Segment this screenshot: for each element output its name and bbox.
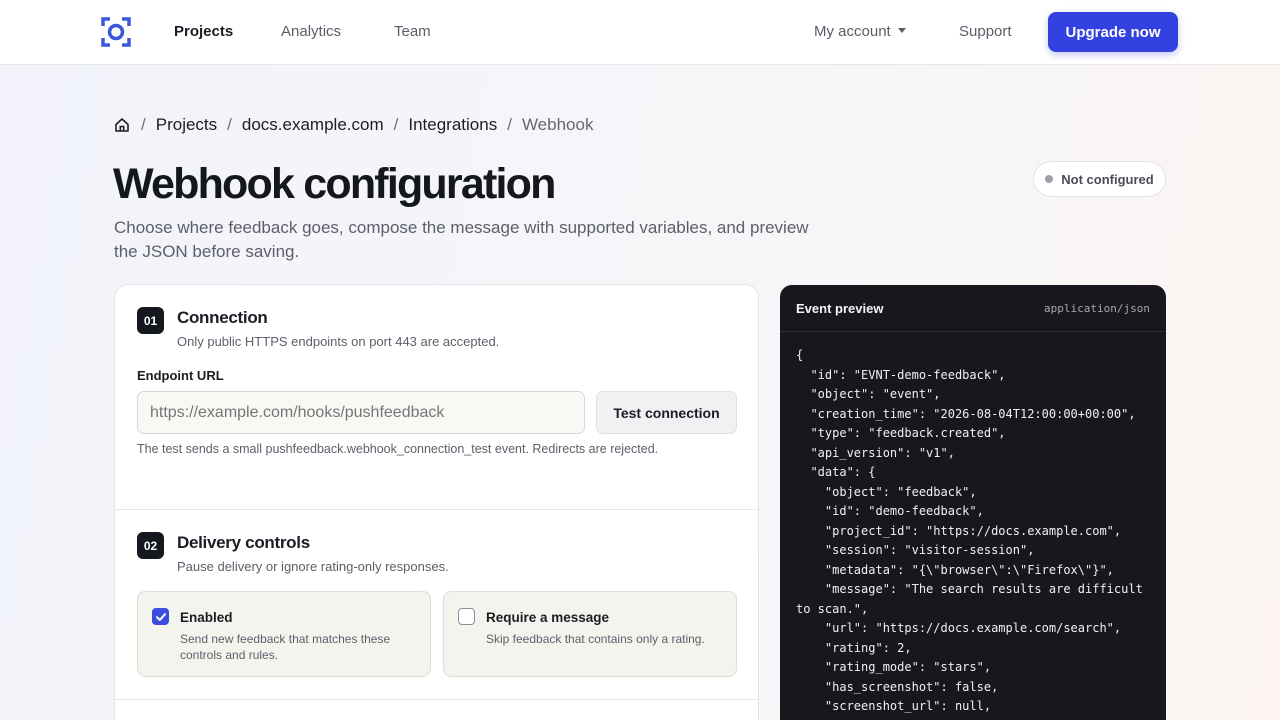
code-line: "message": "The search results are diffi…	[796, 582, 1151, 616]
connection-section: 01 Connection Only public HTTPS endpoint…	[115, 285, 758, 510]
code-line: "metadata": "{\"browser\":\"Firefox\"}",	[796, 562, 1114, 577]
page-subtitle: Choose where feedback goes, compose the …	[114, 218, 809, 261]
preview-title: Event preview	[796, 301, 884, 316]
preview-header: Event preview application/json	[780, 285, 1166, 332]
upgrade-button[interactable]: Upgrade now	[1048, 12, 1178, 52]
config-card: 01 Connection Only public HTTPS endpoint…	[114, 284, 759, 720]
nav-projects[interactable]: Projects	[174, 23, 233, 40]
code-line: "api_version": "v1",	[796, 445, 955, 460]
code-line: "object": "event",	[796, 387, 941, 401]
nav-support[interactable]: Support	[959, 23, 1012, 40]
nav-team[interactable]: Team	[394, 23, 431, 40]
option-title: Require a message	[486, 610, 610, 625]
code-line: "id": "EVNT-demo-feedback",	[796, 367, 1006, 382]
endpoint-url-input[interactable]	[137, 391, 585, 434]
option-description: Skip feedback that contains only a ratin…	[486, 632, 705, 646]
step-badge: 02	[137, 532, 164, 559]
account-menu[interactable]: My account	[814, 23, 906, 40]
content-type-label: application/json	[1044, 302, 1150, 315]
breadcrumb-separator: /	[393, 115, 399, 134]
breadcrumb-integrations[interactable]: Integrations	[408, 115, 497, 135]
chevron-down-icon	[897, 28, 906, 33]
require-message-checkbox[interactable]	[458, 608, 475, 625]
breadcrumb-project[interactable]: docs.example.com	[242, 115, 384, 135]
status-label: Not configured	[1061, 171, 1154, 187]
enabled-option[interactable]: Enabled Send new feedback that matches t…	[137, 591, 431, 677]
section-title: Connection	[177, 308, 268, 327]
endpoint-url-label: Endpoint URL	[137, 368, 224, 383]
delivery-section: 02 Delivery controls Pause delivery or i…	[115, 510, 758, 700]
page-title: Webhook configuration	[113, 160, 556, 208]
code-line: "creation_time": "2026-08-04T12:00:00+00…	[796, 406, 1136, 421]
code-line: "project_id": "https://docs.example.com"…	[796, 523, 1122, 538]
json-preview: { "id": "EVNT-demo-feedback", "object": …	[796, 346, 1156, 717]
section-description: Only public HTTPS endpoints on port 443 …	[177, 334, 500, 349]
code-line: "session": "visitor-session",	[796, 543, 1035, 557]
step-badge: 01	[137, 307, 164, 334]
code-line: "id": "demo-feedback",	[796, 504, 984, 518]
breadcrumb-separator: /	[141, 115, 146, 134]
enabled-checkbox[interactable]	[152, 608, 169, 625]
code-line: "object": "feedback",	[796, 484, 977, 499]
check-icon	[155, 612, 166, 621]
code-line: "screenshot_url": null,	[796, 699, 992, 713]
code-line: "rating": 2,	[796, 640, 912, 655]
option-description: Send new feedback that matches these con…	[180, 632, 391, 662]
section-description: Pause delivery or ignore rating-only res…	[177, 559, 449, 574]
breadcrumb-separator: /	[507, 115, 512, 134]
breadcrumb-separator: /	[227, 115, 232, 134]
endpoint-help-text: The test sends a small pushfeedback.webh…	[137, 442, 659, 456]
nav-analytics[interactable]: Analytics	[281, 23, 341, 40]
test-connection-button[interactable]: Test connection	[596, 391, 737, 434]
breadcrumb-projects[interactable]: Projects	[156, 115, 217, 135]
brand-logo-icon[interactable]	[101, 17, 131, 47]
code-line: "has_screenshot": false,	[796, 679, 999, 694]
status-badge: Not configured	[1033, 161, 1166, 197]
code-line: {	[796, 348, 804, 362]
home-icon[interactable]	[114, 117, 130, 133]
top-navigation: Projects Analytics Team My account Suppo…	[0, 0, 1280, 65]
account-menu-label: My account	[814, 23, 891, 40]
code-line: "url": "https://docs.example.com/search"…	[796, 621, 1122, 635]
breadcrumb: / Projects / docs.example.com / Integrat…	[114, 115, 593, 135]
breadcrumb-current: Webhook	[521, 115, 594, 134]
code-line: "data": {	[796, 465, 876, 479]
option-title: Enabled	[180, 610, 233, 625]
code-line: "rating_mode": "stars",	[796, 660, 992, 674]
section-title: Delivery controls	[177, 533, 310, 552]
event-preview-panel: Event preview application/json { "id": "…	[780, 285, 1166, 720]
require-message-option[interactable]: Require a message Skip feedback that con…	[443, 591, 737, 677]
status-dot-icon	[1045, 175, 1054, 183]
code-line: "type": "feedback.created",	[796, 426, 1006, 440]
